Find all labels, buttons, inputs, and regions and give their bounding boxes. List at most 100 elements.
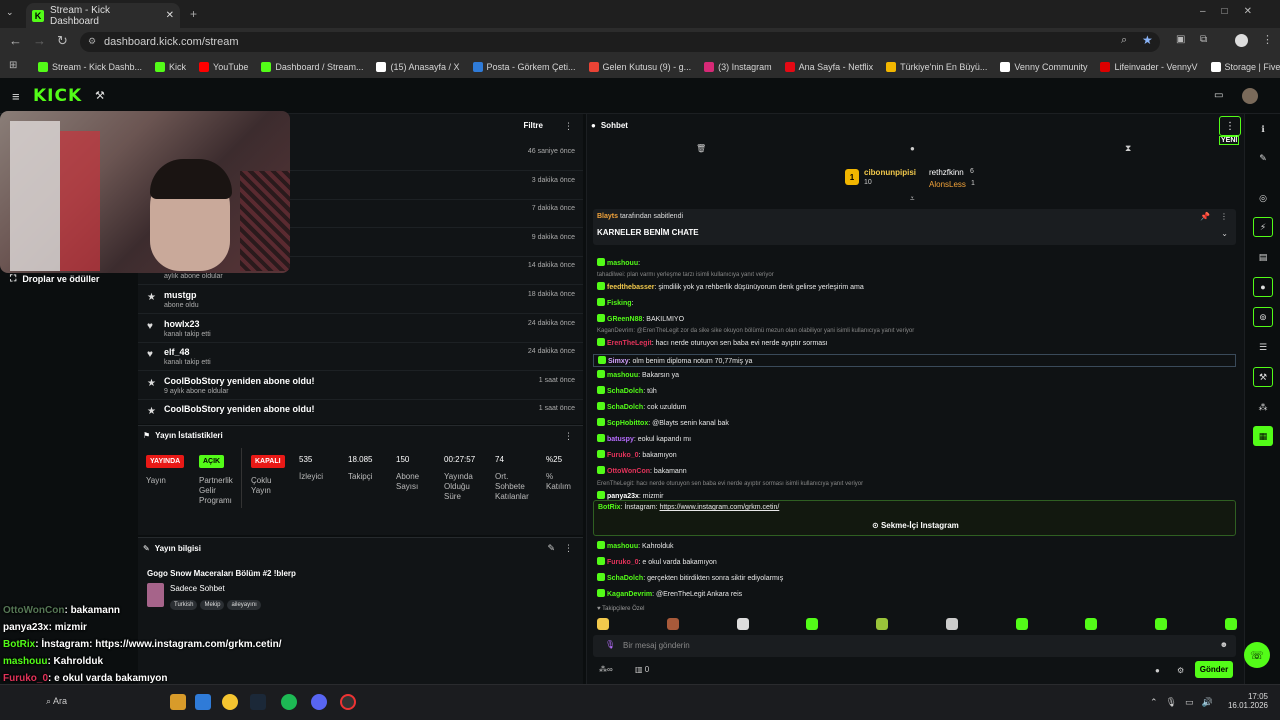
emote-icon[interactable] (1085, 618, 1098, 630)
category-name[interactable]: Sadece Sohbet (170, 584, 225, 593)
user-avatar[interactable] (1242, 88, 1258, 104)
channel-points-icon[interactable]: ⁂∞ (599, 665, 613, 674)
chat-menu-button[interactable]: ⋮ (1219, 116, 1241, 136)
support-button[interactable]: ☏ (1244, 642, 1270, 668)
bot-name[interactable]: BotRix (598, 504, 621, 511)
target-icon[interactable]: ◎ (1253, 188, 1273, 208)
chat-mode-icon[interactable]: ● (910, 144, 915, 153)
points-display[interactable]: ▥ 0 (635, 665, 649, 674)
feed-row[interactable]: ★ mustgp abone oldu 18 dakika önce (138, 286, 583, 314)
chat-username[interactable]: SchaDolch (607, 575, 643, 582)
bookmark-item[interactable]: (15) Anasayfa / X (376, 62, 460, 72)
new-tab-icon[interactable]: + (190, 7, 197, 21)
hammer-icon[interactable]: ⚒ (95, 89, 105, 102)
chat-bubble-small-icon[interactable]: ● (1155, 666, 1160, 675)
list-icon[interactable]: ☰ (1253, 337, 1273, 357)
gifter-3-name[interactable]: AlonsLess (929, 180, 966, 189)
taskbar-search[interactable]: ⌕ Ara (46, 696, 67, 707)
feed-row[interactable]: ♥ howlx23 kanalı takip etti 24 dakika önce (138, 315, 583, 343)
bookmark-item[interactable]: Stream - Kick Dashb... (38, 62, 142, 72)
chat-username[interactable]: Furuko_0 (607, 559, 639, 566)
url-bar[interactable]: dashboard.kick.com/stream (80, 32, 1160, 52)
obs-icon[interactable] (340, 694, 356, 710)
app-icon[interactable]: ▦ (1253, 426, 1273, 446)
mic-icon[interactable]: 🎙 (605, 640, 615, 649)
chat-settings-icon[interactable]: ⚙ (1177, 666, 1184, 675)
tab-close-icon[interactable]: ✕ (166, 10, 174, 21)
profile-avatar-icon[interactable] (1235, 34, 1248, 47)
feed-row[interactable]: ♥ elf_48 kanalı takip etti 24 dakika önce (138, 343, 583, 372)
pinned-menu-icon[interactable]: ⋮ (1220, 212, 1228, 221)
trash-icon[interactable]: 🗑 (696, 144, 706, 153)
pencil-icon[interactable]: ✎ (1253, 148, 1273, 168)
info-menu-icon[interactable]: ⋮ (564, 543, 573, 554)
emote-icon[interactable] (945, 618, 958, 630)
bookmark-item[interactable]: Dashboard / Stream... (261, 62, 363, 72)
steam-icon[interactable] (250, 694, 266, 710)
chat-input[interactable]: 🎙 Bir mesaj gönderin ☻ (593, 635, 1236, 657)
nav-drops[interactable]: ⛶ Droplar ve ödüller (10, 273, 99, 284)
bookmark-star-icon[interactable]: ★ (1142, 33, 1153, 47)
emote-icon[interactable] (1224, 618, 1237, 630)
kick-logo[interactable]: KICK (33, 86, 82, 106)
emote-icon[interactable] (806, 618, 819, 630)
chat-username[interactable]: batuspy (607, 436, 634, 443)
chat-username[interactable]: Fisking (607, 300, 632, 307)
chat-username[interactable]: ErenTheLegit (607, 340, 652, 347)
pinned-by-name[interactable]: Blayts (597, 213, 618, 220)
chat-username[interactable]: Simxy (608, 358, 629, 365)
tool-icon[interactable]: ⚒ (1253, 367, 1273, 387)
chat-username[interactable]: SchaDolch (607, 388, 643, 395)
chat-username[interactable]: OttoWonCon (607, 468, 650, 475)
chat-username[interactable]: mashouu (607, 372, 638, 379)
chat-rail-icon[interactable]: ● (1253, 277, 1273, 297)
chat-username[interactable]: ScpHobittox (607, 420, 648, 427)
edit-pencil-icon[interactable]: ✎ (547, 543, 555, 554)
bookmark-item[interactable]: YouTube (199, 62, 248, 72)
bot-link[interactable]: https://www.instagram.com/grkm.cetin/ (659, 504, 779, 511)
emote-icon[interactable] (876, 618, 889, 630)
emoji-icon[interactable]: ☻ (1220, 640, 1228, 649)
reload-icon[interactable]: ↻ (57, 33, 68, 49)
top-gifter-name[interactable]: cibonunpipisi (864, 168, 916, 177)
bookmark-item[interactable]: Kick (155, 62, 186, 72)
zoom-icon[interactable]: ⌕ (1121, 34, 1127, 47)
chat-username[interactable]: SchaDolch (607, 404, 643, 411)
back-icon[interactable]: ← (9, 33, 22, 48)
bookmark-item[interactable]: Posta - Görkem Çeti... (472, 62, 576, 72)
info-icon[interactable]: ℹ (1253, 119, 1273, 139)
chat-username[interactable]: Furuko_0 (607, 452, 639, 459)
nodes-icon[interactable]: ⁂ (1253, 397, 1273, 417)
bookmark-item[interactable]: Venny Community (1000, 62, 1087, 72)
filter-button[interactable]: Filtre (523, 121, 543, 130)
chat-username[interactable]: panya23x (607, 493, 639, 500)
emote-icon[interactable] (1015, 618, 1028, 630)
clipboard-icon[interactable]: ▤ (1253, 247, 1273, 267)
bookmark-item[interactable]: Gelen Kutusu (9) - g... (588, 62, 691, 72)
spotify-icon[interactable] (281, 694, 297, 710)
hourglass-icon[interactable]: ⧗ (1125, 143, 1131, 154)
instagram-embed-button[interactable]: ⊙ Sekme-İçi Instagram (872, 521, 959, 530)
emote-icon[interactable] (1155, 618, 1168, 630)
emote-icon[interactable] (597, 618, 609, 630)
extension-icon[interactable]: ▣ (1176, 34, 1185, 45)
wallet-icon[interactable]: ▭ (1214, 90, 1223, 101)
send-button[interactable]: Gönder (1195, 661, 1233, 678)
broadcast-icon[interactable]: ⊚ (1253, 307, 1273, 327)
hamburger-icon[interactable]: ≡ (12, 89, 20, 104)
pinned-expand-icon[interactable]: ⌄ (1221, 229, 1228, 238)
bookmark-item[interactable]: (3) Instagram (704, 62, 772, 72)
chat-username[interactable]: feedthebasser (607, 284, 654, 291)
emote-icon[interactable] (666, 618, 679, 630)
window-controls[interactable]: –□✕ (1200, 6, 1268, 17)
expand-chevron-icon[interactable]: ⩡ (910, 194, 915, 204)
mail-icon[interactable] (195, 694, 211, 710)
emote-icon[interactable] (736, 618, 749, 630)
apps-grid-icon[interactable]: ⊞ (9, 60, 17, 71)
chat-username[interactable]: mashouu (607, 543, 638, 550)
chat-username[interactable]: KaganDevrim (607, 591, 652, 598)
browser-menu-icon[interactable]: ⋮ (1262, 33, 1273, 46)
gifter-2-name[interactable]: rethzfkinn (929, 168, 964, 177)
feed-menu-icon[interactable]: ⋮ (564, 121, 573, 132)
clock[interactable]: 17:05 16.01.2026 (1222, 692, 1268, 710)
